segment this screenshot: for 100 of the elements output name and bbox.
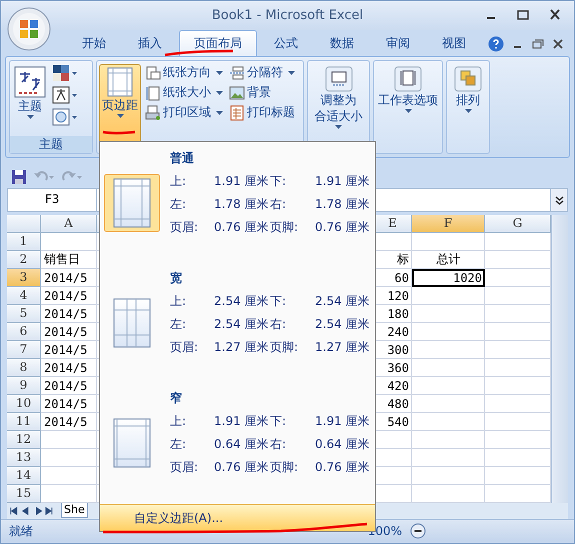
caret-icon xyxy=(335,125,342,130)
table-cell-text: 2014/5 xyxy=(43,360,88,377)
row-header[interactable]: 8 xyxy=(7,358,41,377)
preset-title: 普通 xyxy=(169,150,195,167)
margin-label: 上: xyxy=(170,293,188,310)
row-header[interactable]: 9 xyxy=(7,376,41,395)
ribbon-command[interactable]: 纸张大小 xyxy=(145,84,223,102)
theme-fonts-icon[interactable] xyxy=(52,86,78,104)
column-header[interactable]: E xyxy=(374,214,412,233)
table-cell-text: 420 xyxy=(386,378,410,395)
caret-icon xyxy=(216,70,223,75)
group-label: 主题 xyxy=(10,136,92,154)
row-header[interactable]: 13 xyxy=(7,448,41,467)
ribbon-command[interactable]: 分隔符 xyxy=(229,64,295,82)
table-cell: 1020 xyxy=(412,268,485,287)
margin-value: 1.91 厘米 xyxy=(214,413,270,430)
help-icon[interactable] xyxy=(488,36,504,52)
row-header[interactable]: 14 xyxy=(7,466,41,485)
margin-value: 1.91 厘米 xyxy=(214,173,270,190)
ribbon-tab[interactable]: 数据 xyxy=(315,30,369,56)
table-cell-text: 540 xyxy=(386,414,410,431)
ribbon-command[interactable]: 打印标题 xyxy=(229,104,295,122)
ribbon-tab[interactable]: 审阅 xyxy=(371,30,425,56)
theme-colors-icon[interactable] xyxy=(52,64,78,82)
name-box[interactable]: F3 xyxy=(8,189,97,211)
row-header[interactable]: 7 xyxy=(7,340,41,359)
table-cell-text: 120 xyxy=(386,288,410,305)
caret-icon xyxy=(116,114,124,118)
margin-value: 1.27 厘米 xyxy=(214,339,270,356)
sheet-options-icon xyxy=(394,66,422,92)
arrange-icon xyxy=(454,66,482,92)
sheet-tab[interactable]: She xyxy=(61,503,88,518)
margin-preset[interactable]: 窄 上: 1.91 厘米下: 1.91 厘米 左: 0.64 厘米右: 0.64 厘米 页眉: 0.76 厘米页脚: 0.76 厘米 xyxy=(100,382,375,502)
margin-label: 左: xyxy=(170,196,188,213)
margin-preset[interactable]: 宽 上: 2.54 厘米下: 2.54 厘米 左: 2.54 厘米右: 2.54 厘米 页眉: 1.27 厘米页脚: 1.27 厘米 xyxy=(100,262,375,382)
column-header[interactable]: A xyxy=(41,214,97,233)
caret-icon xyxy=(216,90,223,95)
table-cell-text: 300 xyxy=(386,342,410,359)
row-header[interactable]: 3 xyxy=(7,268,41,287)
table-cell-text: 2014/5 xyxy=(43,378,88,395)
row-header[interactable]: 10 xyxy=(7,394,41,413)
paper-size-icon xyxy=(145,84,161,101)
table-cell-text: 总计 xyxy=(436,251,462,268)
vertical-scrollbar[interactable] xyxy=(551,214,568,503)
row-header[interactable]: 2 xyxy=(7,250,41,269)
margin-value: 1.91 厘米 xyxy=(315,173,371,190)
column-header[interactable]: F xyxy=(412,214,485,233)
row-header[interactable]: 12 xyxy=(7,430,41,449)
column-header[interactable]: G xyxy=(485,214,551,233)
margin-label: 页眉: xyxy=(170,459,200,476)
save-icon[interactable] xyxy=(11,168,27,185)
table-cell-text: 180 xyxy=(386,306,410,323)
margin-label: 右: xyxy=(270,316,288,333)
margin-label: 右: xyxy=(270,436,288,453)
row-header[interactable]: 1 xyxy=(7,232,41,251)
margin-label: 左: xyxy=(170,436,188,453)
close-icon[interactable] xyxy=(552,38,564,50)
caret-icon xyxy=(288,70,295,75)
margin-value: 2.54 厘米 xyxy=(315,293,371,310)
ribbon-tab[interactable]: 公式 xyxy=(259,30,313,56)
page-margins-icon xyxy=(107,67,133,98)
margin-value: 0.76 厘米 xyxy=(214,219,270,236)
row-header[interactable]: 6 xyxy=(7,322,41,341)
row-header[interactable]: 11 xyxy=(7,412,41,431)
picture-icon xyxy=(229,84,245,101)
table-cell-text: 60 xyxy=(394,270,410,287)
row-header[interactable]: 4 xyxy=(7,286,41,305)
margin-value: 2.54 厘米 xyxy=(214,293,270,310)
chevron-down-icon xyxy=(554,196,564,205)
margin-label: 右: xyxy=(270,196,288,213)
theme-effects-icon[interactable] xyxy=(52,108,78,126)
ribbon-command[interactable]: 背景 xyxy=(229,84,295,102)
ribbon-tab[interactable]: 开始 xyxy=(67,30,121,56)
scale-label: 调整为 xyxy=(320,93,356,108)
custom-margins-item[interactable]: 自定义边距(A)... xyxy=(100,504,375,531)
row-header[interactable]: 15 xyxy=(7,484,41,503)
margin-label: 页眉: xyxy=(170,339,200,356)
caret-icon xyxy=(404,109,412,114)
zoom-out-icon[interactable] xyxy=(410,523,426,540)
margin-label: 页眉: xyxy=(170,219,200,236)
window-title: Book1 - Microsoft Excel xyxy=(212,8,364,24)
margin-label: 上: xyxy=(170,413,188,430)
table-cell-text: 2014/5 xyxy=(43,414,88,431)
row-header[interactable]: 5 xyxy=(7,304,41,323)
margin-label: 下: xyxy=(270,293,288,310)
table-cell-text: 销售日 xyxy=(43,251,81,268)
margin-value: 1.27 厘米 xyxy=(315,339,371,356)
ribbon-tab[interactable]: 插入 xyxy=(123,30,177,56)
margin-value: 1.78 厘米 xyxy=(214,196,270,213)
restore-icon[interactable] xyxy=(532,38,544,50)
margin-label: 下: xyxy=(270,413,288,430)
margin-label: 页脚: xyxy=(270,219,300,236)
page-margins-icon[interactable] xyxy=(104,174,160,232)
ribbon-command[interactable]: 纸张方向 xyxy=(145,64,223,82)
ribbon-tab[interactable]: 页面布局 xyxy=(179,30,257,56)
margin-label: 左: xyxy=(170,316,188,333)
ribbon-command[interactable]: 打印区域 xyxy=(145,104,223,122)
themes-button[interactable]: 主题 xyxy=(12,64,48,134)
ribbon-tab[interactable]: 视图 xyxy=(427,30,481,56)
expand-formula-bar-button[interactable] xyxy=(550,189,567,211)
